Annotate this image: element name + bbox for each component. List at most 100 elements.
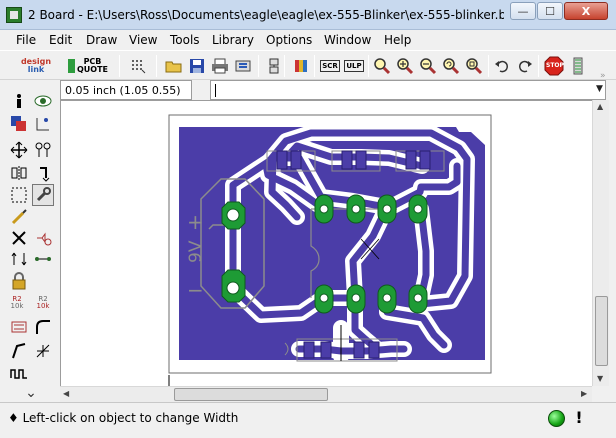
zoom-select-icon[interactable] [464, 56, 484, 76]
zoom-out-icon[interactable] [418, 56, 438, 76]
eagle-app-icon[interactable] [6, 7, 22, 23]
optimize-icon[interactable] [32, 340, 54, 362]
script-button[interactable]: SCR [320, 56, 340, 76]
vertical-scroll-thumb[interactable] [595, 296, 608, 366]
cam-processor-icon[interactable] [233, 56, 253, 76]
move-icon[interactable] [8, 139, 30, 161]
board-canvas[interactable]: 9V + − [60, 100, 592, 386]
go-icon[interactable] [568, 56, 588, 76]
split-icon[interactable] [8, 340, 30, 362]
silk-plus-label: + [187, 210, 204, 234]
menu-help[interactable]: Help [384, 33, 411, 47]
toolbar-separator [156, 55, 157, 77]
command-history-dropdown[interactable]: ▼ [596, 84, 603, 94]
replace-icon[interactable] [8, 248, 30, 270]
lock-icon[interactable] [8, 270, 30, 292]
print-icon[interactable] [210, 56, 230, 76]
save-icon[interactable] [187, 56, 207, 76]
redo-icon[interactable] [515, 56, 535, 76]
library-books-icon[interactable] [292, 56, 312, 76]
add-part-icon[interactable] [32, 227, 54, 249]
scroll-right-icon[interactable]: ▶ [581, 389, 587, 398]
copy-icon[interactable] [32, 139, 54, 161]
stop-command-icon[interactable]: ! [572, 408, 586, 428]
command-line-input[interactable] [210, 80, 606, 100]
name-button[interactable]: R2 10k [6, 292, 28, 314]
minimize-button[interactable]: — [510, 2, 536, 20]
stop-label: STOP [546, 62, 564, 69]
mark-icon[interactable] [32, 113, 54, 135]
menu-options[interactable]: Options [266, 33, 312, 47]
menu-tools[interactable]: Tools [170, 33, 200, 47]
value-label-10k: 10k [36, 302, 50, 310]
toolbar-separator [284, 55, 285, 77]
open-folder-icon[interactable] [164, 56, 184, 76]
ready-status-light-icon [548, 410, 565, 427]
toolbar-separator [314, 55, 315, 77]
menu-window[interactable]: Window [324, 33, 371, 47]
scroll-down-icon[interactable]: ▼ [597, 374, 603, 383]
zoom-in-icon[interactable] [395, 56, 415, 76]
meander-icon[interactable] [8, 362, 30, 384]
main-toolbar: design link PCB QUOTE SCR ULP STOP » [0, 50, 616, 81]
coordinate-display: 0.05 inch (1.05 0.55) [60, 80, 192, 100]
menu-file[interactable]: File [16, 33, 36, 47]
zoom-fit-icon[interactable] [372, 56, 392, 76]
window-title: 2 Board - E:\Users\Ross\Documents\eagle\… [28, 8, 504, 22]
ulp-button[interactable]: ULP [344, 56, 364, 76]
toolbar-separator [258, 55, 259, 77]
switch-schematic-icon[interactable] [264, 56, 284, 76]
parameter-row: 0.05 inch (1.05 0.55) ▼ [60, 80, 616, 100]
scroll-left-icon[interactable]: ◀ [63, 389, 69, 398]
delete-icon[interactable] [8, 227, 30, 249]
info-icon[interactable] [8, 90, 30, 112]
status-message: ♦ Left-click on object to change Width [8, 411, 239, 425]
scroll-up-icon[interactable]: ▲ [597, 102, 603, 111]
menu-library[interactable]: Library [212, 33, 254, 47]
command-toolbar: R2 10k R2 10k ⌄ [0, 80, 60, 402]
designlink-line2: link [27, 65, 45, 74]
value-button[interactable]: R2 10k [32, 292, 54, 314]
title-bar: 2 Board - E:\Users\Ross\Documents\eagle\… [0, 0, 616, 30]
vertical-scrollbar[interactable]: ▲ ▼ [592, 100, 609, 386]
toolbar-separator [538, 55, 539, 77]
menu-draw[interactable]: Draw [86, 33, 117, 47]
more-tools-chevron-icon[interactable]: ⌄ [20, 382, 42, 404]
show-eye-icon[interactable] [32, 90, 54, 112]
pcb-board-drawing: 9V + − [168, 114, 492, 386]
text-caret [215, 84, 216, 97]
pinswap-icon[interactable] [32, 248, 54, 270]
undo-icon[interactable] [492, 56, 512, 76]
redraw-icon[interactable] [441, 56, 461, 76]
status-bar: ♦ Left-click on object to change Width ! [0, 402, 616, 438]
pcb-quote-icon [68, 59, 75, 73]
smash-icon[interactable] [8, 316, 30, 338]
display-layers-icon[interactable] [8, 113, 30, 135]
menu-bar: File Edit Draw View Tools Library Option… [0, 30, 616, 50]
toolbar-separator [368, 55, 369, 77]
pcb-quote-button[interactable]: PCB QUOTE [68, 55, 108, 77]
rotate-icon[interactable] [32, 162, 54, 184]
menu-edit[interactable]: Edit [49, 33, 72, 47]
miter-icon[interactable] [32, 316, 54, 338]
name-label-10k: 10k [10, 302, 24, 310]
pcb-quote-line2: QUOTE [76, 65, 108, 74]
toolbar-separator [119, 55, 120, 77]
paste-icon[interactable] [8, 206, 30, 228]
maximize-button[interactable]: ☐ [537, 2, 563, 20]
ulp-label: ULP [344, 60, 364, 72]
mirror-icon[interactable] [8, 162, 30, 184]
menu-view[interactable]: View [129, 33, 157, 47]
script-label: SCR [320, 60, 340, 72]
close-button[interactable]: X [564, 2, 608, 20]
silk-9v-label: 9V [186, 240, 206, 263]
horizontal-scroll-thumb[interactable] [174, 388, 328, 401]
designlink-button[interactable]: design link [14, 55, 58, 77]
silk-minus-label: − [187, 278, 204, 302]
grid-icon[interactable] [128, 56, 148, 76]
stop-button[interactable]: STOP [544, 56, 564, 76]
change-wrench-icon[interactable] [32, 184, 54, 206]
horizontal-scrollbar[interactable]: ◀ ▶ [60, 386, 592, 402]
group-icon[interactable] [8, 184, 30, 206]
toolbar-separator [488, 55, 489, 77]
